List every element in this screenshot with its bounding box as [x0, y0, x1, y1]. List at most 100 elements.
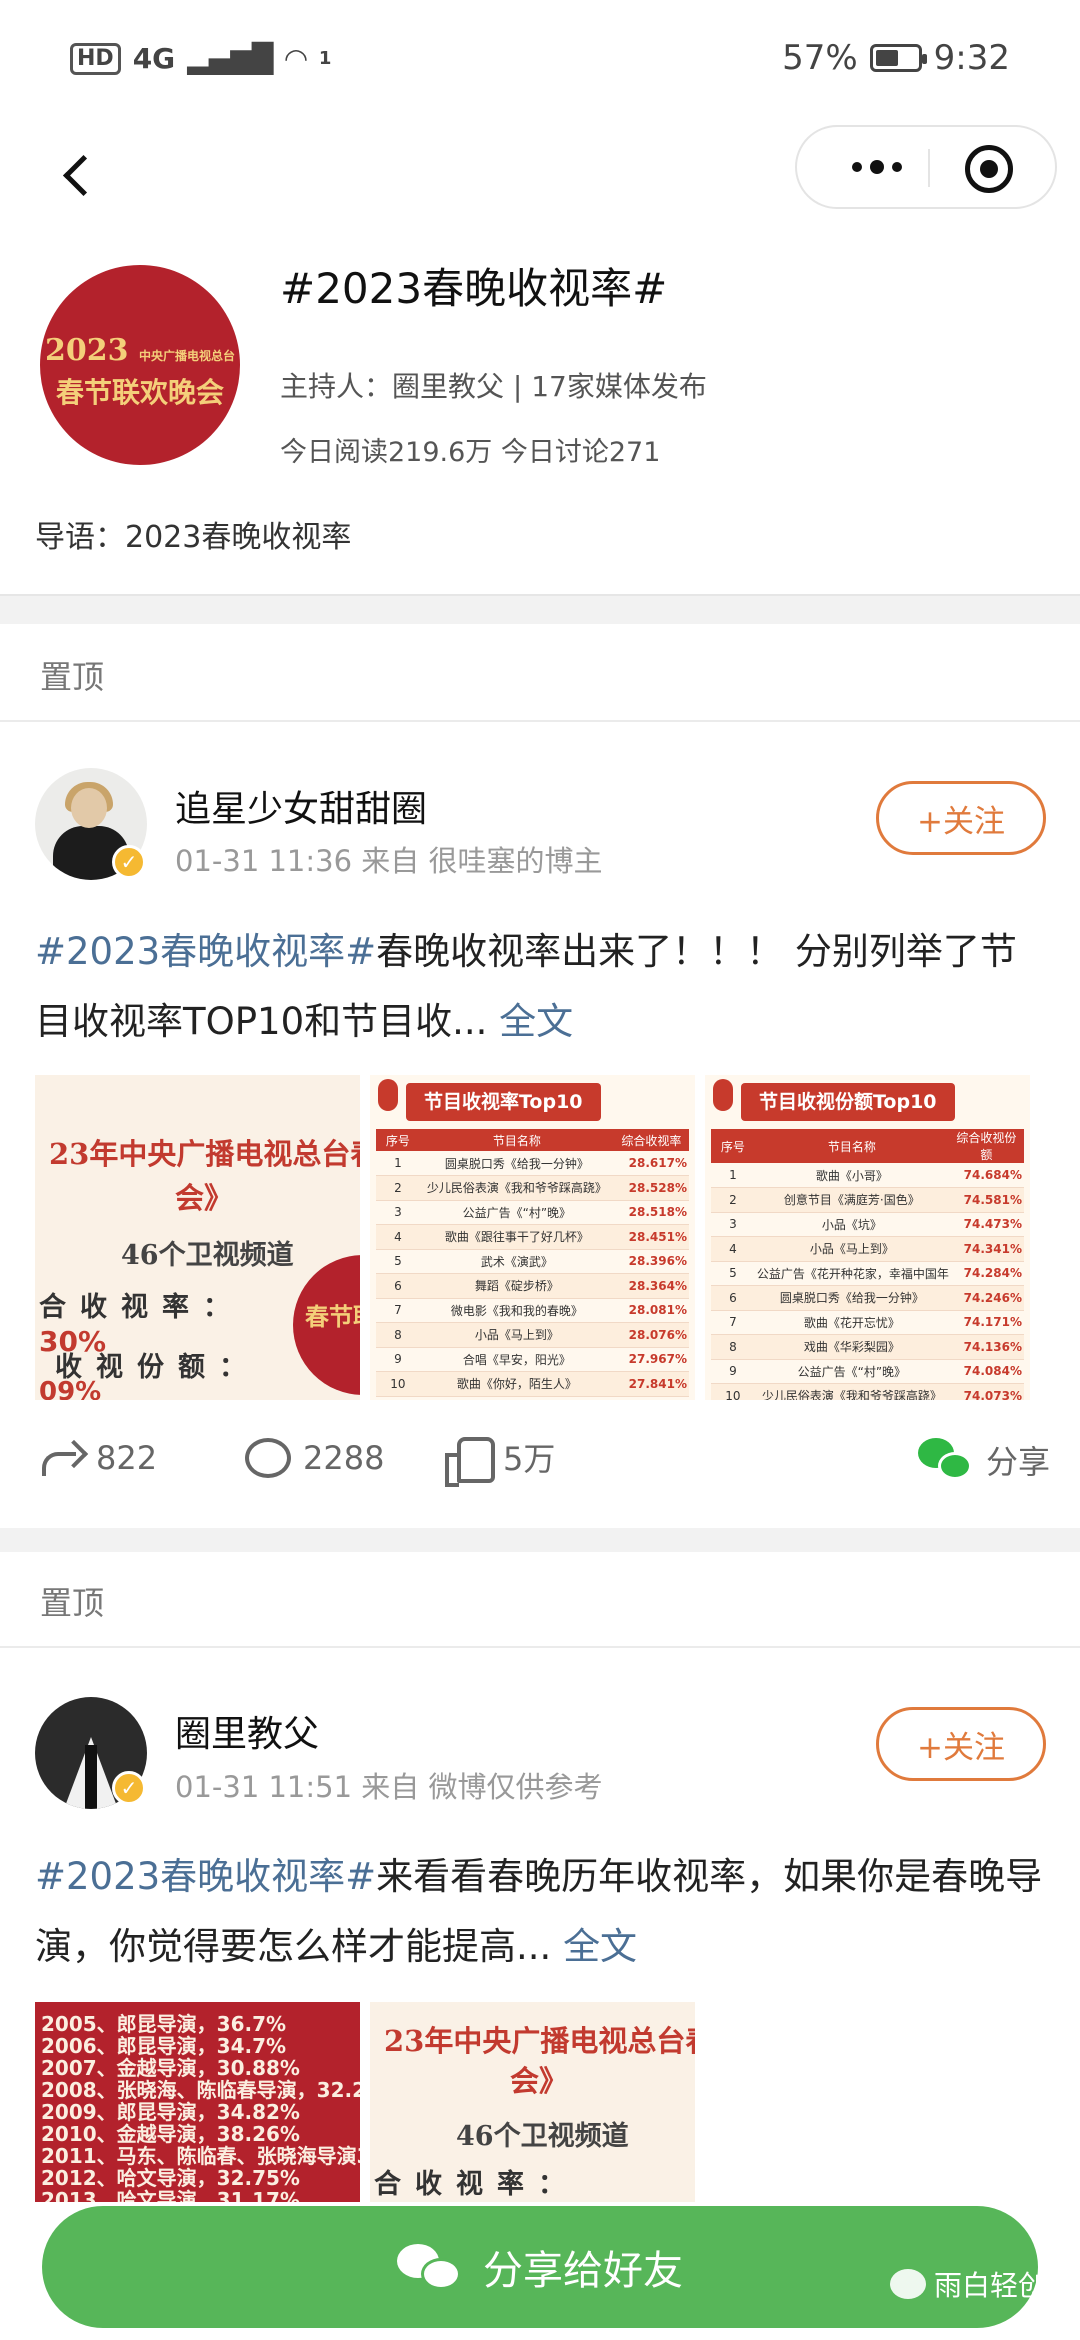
table1: 序号 节目名称 综合收视率 1 圆桌脱口秀《给我一分钟》 28.617% 2 少儿民俗表演《… [376, 1129, 689, 1397]
watermark-wechat-icon [890, 2269, 926, 2299]
avatar-head [71, 788, 107, 828]
topic-tag-link[interactable]: #2023春晚收视率# [35, 1855, 376, 1898]
like-button[interactable]: 5万 [445, 1434, 556, 1487]
section-gap [0, 594, 1080, 624]
close-miniprogram-button[interactable] [965, 145, 1013, 193]
more-icon [852, 162, 862, 172]
table2: 序号 节目名称 综合收视份额 1 歌曲《小哥》 74.684% 2 创意节目《满庭芳·国色》… [711, 1129, 1024, 1400]
promo-share-value: 09% [39, 1377, 102, 1400]
table-value-cell: 74.136% [948, 1334, 1024, 1360]
table-cell: 圆桌脱口秀《给我一分钟》 [754, 1285, 949, 1311]
hotspot-count: 1 [318, 48, 332, 69]
divider [0, 720, 1080, 722]
table-value-cell: 27.967% [613, 1347, 689, 1372]
watermark-text: 雨白轻创 [934, 2269, 1047, 2302]
topic-tag-link[interactable]: #2023春晚收视率# [35, 930, 376, 973]
post-image-table2[interactable]: 节目收视份额Top10 序号 节目名称 综合收视份额 1 歌曲《小哥》 74.684% 2… [705, 1075, 1030, 1400]
promo-title-2: 会》 [510, 2064, 569, 2098]
table-cell: 3 [711, 1212, 755, 1237]
table-row: 1 歌曲《小哥》 74.684% [711, 1163, 1024, 1188]
table-cell: 公益广告《“村”晚》 [419, 1200, 614, 1225]
post-image-history[interactable]: 2005、郎昆导演，36.7% 2006、郎昆导演，34.7% 2007、金越导演，… [35, 2002, 360, 2202]
history-row: 2013、哈文导演，31.17% [41, 2188, 300, 2202]
table-row: 3 小品《坑》 74.473% [711, 1212, 1024, 1237]
table-row: 7 微电影《我和我的春晚》 28.081% [376, 1298, 689, 1323]
table-row: 2 创意节目《满庭芳·国色》 74.581% [711, 1187, 1024, 1213]
wechat-share-button[interactable]: 分享 [918, 1436, 1050, 1484]
post-username[interactable]: 追星少女甜甜圈 [175, 780, 427, 832]
table-row: 6 舞蹈《碇步桥》 28.364% [376, 1273, 689, 1299]
table-value-cell: 74.581% [948, 1187, 1024, 1213]
table-value-cell: 27.841% [613, 1371, 689, 1397]
table2-title: 节目收视份额Top10 [741, 1083, 955, 1121]
post-image-promo[interactable]: 23年中央广播电视总台春节联 会》 46个卫视频道 合收视率： [370, 2002, 695, 2202]
table-value-cell: 28.396% [613, 1249, 689, 1274]
hd-indicator: HD [70, 42, 121, 75]
table-cell: 10 [711, 1383, 755, 1400]
wechat-icon [397, 2240, 463, 2294]
logo-name: 春节联欢晚会 [55, 376, 224, 409]
table-header-cell: 节目名称 [754, 1129, 949, 1163]
status-bar: HD 4G ▂▄▆█ ◠ 1 57% 9:32 [0, 0, 1080, 120]
table-cell: 9 [711, 1359, 755, 1384]
topic-logo-line1: 2023 中央广播电视总台 [40, 333, 240, 368]
table-cell: 5 [376, 1249, 420, 1274]
table-value-cell: 28.081% [613, 1298, 689, 1323]
topic-stats: 今日阅读219.6万 今日讨论271 [280, 437, 661, 468]
table-cell: 4 [711, 1236, 755, 1262]
logo-org: 中央广播电视总台 [138, 349, 235, 363]
table-row: 7 歌曲《花开忘忧》 74.171% [711, 1310, 1024, 1335]
table-row: 5 武术《演武》 28.396% [376, 1249, 689, 1274]
post-image-promo[interactable]: 23年中央广播电视总台春节联 会》 46个卫视频道 合收视率： 30% 收视份额… [35, 1075, 360, 1400]
promo-subtitle: 46个卫视频道 [121, 1240, 294, 1271]
table-cell: 公益广告《花开种花家，幸福中国年》 [754, 1261, 949, 1286]
watermark: 雨白轻创 [890, 2264, 1046, 2304]
pinned-label: 置顶 [40, 658, 105, 696]
table-cell: 少儿民俗表演《我和爷爷踩高跷》 [419, 1175, 614, 1201]
share-label: 分享 [986, 1443, 1051, 1481]
repost-count: 822 [96, 1439, 158, 1477]
table-cell: 公益广告《“村”晚》 [754, 1359, 949, 1384]
table-value-cell: 28.076% [613, 1322, 689, 1348]
table-value-cell: 74.084% [948, 1359, 1024, 1384]
topic-title: #2023春晚收视率# [280, 264, 668, 313]
table-value-cell: 74.473% [948, 1212, 1024, 1237]
table-cell: 2 [711, 1187, 755, 1213]
post-meta: 01-31 11:51 来自 微博仅供参考 [175, 1770, 603, 1804]
follow-button[interactable]: +关注 [876, 1707, 1046, 1781]
table1-title: 节目收视率Top10 [406, 1083, 601, 1121]
share-to-friend-button[interactable]: 分享给好友 [42, 2206, 1038, 2328]
like-count: 5万 [503, 1440, 556, 1478]
avatar-tie [85, 1745, 97, 1809]
table-value-cell: 74.684% [948, 1163, 1024, 1188]
post-text: #2023春晚收视率#来看看春晚历年收视率，如果你是春晚导演，你觉得要怎么样才能… [35, 1842, 1045, 1982]
table-value-cell: 74.341% [948, 1236, 1024, 1262]
table2-header: 序号 节目名称 综合收视份额 [711, 1129, 1024, 1163]
follow-button[interactable]: +关注 [876, 781, 1046, 855]
lantern-icon [378, 1079, 398, 1111]
promo-title-2: 会》 [175, 1181, 234, 1215]
repost-button[interactable]: 822 [38, 1438, 157, 1478]
table-cell: 歌曲《小哥》 [754, 1163, 949, 1188]
table-value-cell: 28.617% [613, 1151, 689, 1176]
promo-subtitle: 46个卫视频道 [456, 2121, 629, 2152]
table-cell: 微电影《我和我的春晚》 [419, 1298, 614, 1323]
wechat-icon [918, 1436, 974, 1484]
table-header-cell: 序号 [376, 1129, 420, 1151]
read-more-link[interactable]: 全文 [563, 1925, 637, 1968]
more-button[interactable] [827, 127, 927, 207]
like-icon [445, 1435, 495, 1487]
table-cell: 6 [711, 1285, 755, 1311]
post-username[interactable]: 圈里教父 [175, 1705, 319, 1757]
table-cell: 歌曲《跟往事干了好几杯》 [419, 1224, 614, 1250]
topic-host[interactable]: 主持人：圈里教父 | 17家媒体发布 [280, 365, 707, 405]
comment-button[interactable]: 2288 [245, 1438, 384, 1478]
logo-year: 2023 [45, 333, 129, 368]
table-cell: 7 [376, 1298, 420, 1323]
back-button[interactable] [55, 145, 105, 205]
table-cell: 合唱《早安，阳光》 [419, 1347, 614, 1372]
post-image-table1[interactable]: 节目收视率Top10 序号 节目名称 综合收视率 1 圆桌脱口秀《给我一分钟》 28.6… [370, 1075, 695, 1400]
table-cell: 10 [376, 1371, 420, 1397]
read-more-link[interactable]: 全文 [499, 1000, 573, 1043]
table-row: 2 少儿民俗表演《我和爷爷踩高跷》 28.528% [376, 1175, 689, 1201]
